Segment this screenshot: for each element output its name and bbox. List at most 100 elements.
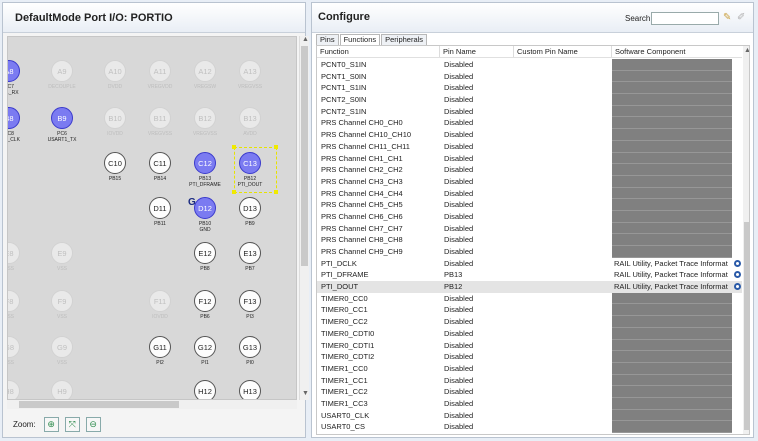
- table-row[interactable]: PRS Channel CH8_CH8 Disabled: [317, 234, 742, 246]
- software-component-cell[interactable]: [612, 246, 732, 258]
- pin-name-cell[interactable]: Disabled: [440, 153, 514, 165]
- table-vscroll-thumb[interactable]: [744, 222, 749, 430]
- software-component-cell[interactable]: RAIL Utility, Packet Trace Informat: [612, 258, 732, 270]
- tab-functions[interactable]: Functions: [339, 34, 381, 45]
- zoom-in-button[interactable]: ⊕: [43, 416, 59, 432]
- software-component-cell[interactable]: RAIL Utility, Packet Trace Informat: [612, 269, 732, 281]
- pin-a13[interactable]: A13: [239, 60, 261, 82]
- table-row[interactable]: PRS Channel CH0_CH0 Disabled: [317, 117, 742, 130]
- table-row[interactable]: TIMER1_CC2 Disabled: [317, 386, 742, 398]
- software-component-cell[interactable]: [612, 82, 732, 95]
- pin-name-cell[interactable]: PB12: [440, 281, 514, 293]
- pin-name-cell[interactable]: Disabled: [440, 398, 514, 410]
- pin-name-cell[interactable]: Disabled: [440, 293, 514, 305]
- custom-pin-name-cell[interactable]: [514, 153, 612, 165]
- pin-b9[interactable]: B9: [51, 107, 73, 129]
- pin-name-cell[interactable]: Disabled: [440, 316, 514, 328]
- pin-e8[interactable]: E8: [8, 242, 20, 264]
- custom-pin-name-cell[interactable]: [514, 328, 612, 340]
- custom-pin-name-cell[interactable]: [514, 141, 612, 153]
- scroll-up-icon[interactable]: ▲: [302, 36, 309, 43]
- software-component-cell[interactable]: [612, 187, 732, 200]
- pin-h8[interactable]: H8: [8, 380, 20, 399]
- table-row[interactable]: PTI_DFRAME PB13 RAIL Utility, Packet Trace…: [317, 269, 742, 281]
- pin-b10[interactable]: B10: [104, 107, 126, 129]
- pin-map-vscroll-thumb[interactable]: [301, 46, 308, 266]
- table-row[interactable]: TIMER1_CC3 Disabled: [317, 397, 742, 410]
- component-info-icon[interactable]: [734, 283, 741, 291]
- custom-pin-name-cell[interactable]: [514, 398, 612, 410]
- pin-g8[interactable]: G8: [8, 336, 20, 358]
- software-component-cell[interactable]: [612, 304, 732, 317]
- pin-name-cell[interactable]: Disabled: [440, 328, 514, 340]
- pin-g9[interactable]: G9: [51, 336, 73, 358]
- software-component-cell[interactable]: [612, 397, 732, 410]
- custom-pin-name-cell[interactable]: [514, 117, 612, 129]
- column-header-software-component[interactable]: Software Component: [612, 46, 742, 57]
- pin-map-canvas[interactable]: G A8PC7 RT1_RXA9DECOUPLEA10DVDDA11VREGVD…: [7, 36, 297, 400]
- custom-pin-name-cell[interactable]: [514, 351, 612, 363]
- table-row[interactable]: PCNT1_S1IN Disabled: [317, 82, 742, 95]
- pin-a9[interactable]: A9: [51, 60, 73, 82]
- custom-pin-name-cell[interactable]: [514, 164, 612, 176]
- table-row[interactable]: TIMER1_CC1 Disabled: [317, 374, 742, 387]
- table-row[interactable]: TIMER0_CC0 Disabled: [317, 292, 742, 305]
- custom-pin-name-cell[interactable]: [514, 59, 612, 71]
- pin-map-vscrollbar[interactable]: ▲ ▼: [299, 36, 309, 400]
- table-row[interactable]: TIMER0_CC1 Disabled: [317, 304, 742, 317]
- pin-name-cell[interactable]: Disabled: [440, 94, 514, 106]
- custom-pin-name-cell[interactable]: [514, 234, 612, 246]
- pin-f9[interactable]: F9: [51, 290, 73, 312]
- custom-pin-name-cell[interactable]: [514, 71, 612, 83]
- column-header-function[interactable]: Function: [317, 46, 440, 57]
- selection-handle[interactable]: [274, 190, 278, 194]
- custom-pin-name-cell[interactable]: [514, 375, 612, 387]
- pin-name-cell[interactable]: Disabled: [440, 188, 514, 200]
- pin-c12[interactable]: C12: [194, 152, 216, 174]
- software-component-cell[interactable]: [612, 105, 732, 118]
- table-row[interactable]: PRS Channel CH4_CH4 Disabled: [317, 187, 742, 200]
- pin-c10[interactable]: C10: [104, 152, 126, 174]
- pin-c11[interactable]: C11: [149, 152, 171, 174]
- custom-pin-name-cell[interactable]: [514, 223, 612, 235]
- scroll-down-icon[interactable]: ▼: [302, 390, 309, 397]
- pin-a12[interactable]: A12: [194, 60, 216, 82]
- custom-pin-name-cell[interactable]: [514, 363, 612, 375]
- pin-name-cell[interactable]: PB13: [440, 269, 514, 281]
- pin-name-cell[interactable]: Disabled: [440, 211, 514, 223]
- pin-d13[interactable]: D13: [239, 197, 261, 219]
- pin-map-hscroll-thumb[interactable]: [19, 401, 179, 408]
- pin-c13[interactable]: C13: [239, 152, 261, 174]
- software-component-cell[interactable]: [612, 339, 732, 352]
- pin-name-cell[interactable]: Disabled: [440, 71, 514, 83]
- pin-tool-icon[interactable]: ✎: [723, 12, 731, 23]
- table-row[interactable]: USART0_CLK Disabled: [317, 409, 742, 422]
- search-input[interactable]: [651, 12, 719, 25]
- custom-pin-name-cell[interactable]: [514, 281, 612, 293]
- software-component-cell[interactable]: [612, 362, 732, 375]
- pin-a11[interactable]: A11: [149, 60, 171, 82]
- pin-name-cell[interactable]: Disabled: [440, 363, 514, 375]
- software-component-cell[interactable]: [612, 421, 732, 433]
- custom-pin-name-cell[interactable]: [514, 82, 612, 94]
- pin-name-cell[interactable]: Disabled: [440, 304, 514, 316]
- custom-pin-name-cell[interactable]: [514, 199, 612, 211]
- custom-pin-name-cell[interactable]: [514, 340, 612, 352]
- pin-g11[interactable]: G11: [149, 336, 171, 358]
- pin-h13[interactable]: H13: [239, 380, 261, 399]
- pin-b8[interactable]: B8: [8, 107, 20, 129]
- custom-pin-name-cell[interactable]: [514, 304, 612, 316]
- software-component-cell[interactable]: RAIL Utility, Packet Trace Informat: [612, 281, 732, 293]
- software-component-cell[interactable]: [612, 140, 732, 153]
- table-row[interactable]: USART0_CS Disabled: [317, 421, 742, 433]
- pin-name-cell[interactable]: Disabled: [440, 258, 514, 270]
- zoom-out-button[interactable]: ⊖: [85, 416, 101, 432]
- component-info-icon[interactable]: [734, 259, 741, 267]
- pin-name-cell[interactable]: Disabled: [440, 375, 514, 387]
- pin-name-cell[interactable]: Disabled: [440, 246, 514, 258]
- table-row[interactable]: PRS Channel CH1_CH1 Disabled: [317, 152, 742, 165]
- table-row[interactable]: PRS Channel CH5_CH5 Disabled: [317, 199, 742, 211]
- table-row[interactable]: PCNT2_S1IN Disabled: [317, 105, 742, 118]
- table-row[interactable]: PRS Channel CH6_CH6 Disabled: [317, 210, 742, 223]
- pin-name-cell[interactable]: Disabled: [440, 59, 514, 71]
